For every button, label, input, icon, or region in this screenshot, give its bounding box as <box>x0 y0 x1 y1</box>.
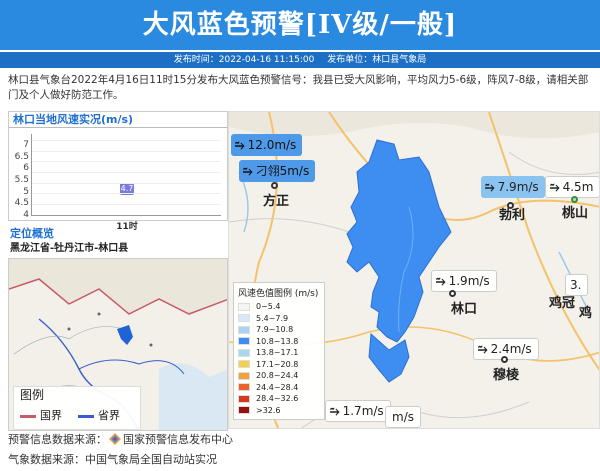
wind-icon: ⥲ <box>550 180 560 194</box>
station-wind-reading[interactable]: ⥲ 1.7m/s <box>325 400 391 422</box>
chart-gridline <box>32 204 221 205</box>
publish-info-bar: 发布时间：2022-04-16 11:15:00 发布单位：林口县气象局 <box>0 52 600 68</box>
location-title: 定位概览 <box>10 227 54 240</box>
color-legend-row: 28.4~32.6 <box>238 393 320 405</box>
color-legend-row: 0~5.4 <box>238 301 320 313</box>
warning-source-label: 预警信息数据来源： <box>8 433 107 446</box>
warning-source-org[interactable]: 国家预警信息发布中心 <box>123 433 233 446</box>
station-wind-reading[interactable]: ⥲ 7.9m/s <box>481 176 545 198</box>
place-marker <box>271 182 278 189</box>
place-label-boli: 勃利 <box>499 208 526 223</box>
wind-speed-color-legend: 风速色值图例 (m/s) 0~5.4 5.4~7.9 7.9~10.8 10.8… <box>233 282 325 420</box>
color-legend-row: 7.9~10.8 <box>238 324 320 336</box>
national-border-line-icon <box>20 414 36 418</box>
legend-national-border: 国界 <box>20 409 62 423</box>
wind-icon: ⥲ <box>478 342 488 356</box>
place-label-ji: 鸡 <box>579 306 593 321</box>
wind-chart-plot: 4.7 11时 <box>31 134 221 232</box>
station-wind-reading[interactable]: ⥲ 刁翎5m/s <box>239 160 316 182</box>
chart-gridline <box>32 140 221 141</box>
wind-icon: ⥲ <box>485 180 495 194</box>
wind-speed-panel: 林口当地风速实况(m/s) 7 6.5 6 5.5 5 4.5 4 4.7 11… <box>8 111 228 232</box>
station-wind-reading[interactable]: ⥲ 4.5m <box>545 176 599 198</box>
chart-gridline <box>32 172 221 173</box>
y-tick: 7 <box>23 140 29 150</box>
color-legend-row: 20.8~24.4 <box>238 370 320 382</box>
wind-icon: ⥲ <box>243 164 253 178</box>
color-legend-row: 13.8~17.1 <box>238 347 320 359</box>
chart-gridline <box>32 150 221 152</box>
y-tick: 4 <box>23 210 29 220</box>
color-legend-title: 风速色值图例 (m/s) <box>238 289 319 299</box>
chart-gridline <box>32 161 221 163</box>
place-label-linkou: 林口 <box>451 302 478 317</box>
y-tick: 5.5 <box>14 175 29 185</box>
wind-icon: ⥲ <box>235 138 245 152</box>
wind-speed-map[interactable]: ⥲ 12.0m/s ⥲ 刁翎5m/s ⥲ 7.9m/s ⥲ 4.5m ⥲ 1.9m/s ⥲… <box>228 111 600 429</box>
place-label-muling: 穆棱 <box>493 368 520 383</box>
legend-province-border: 省界 <box>78 409 120 423</box>
place-label-fangzheng: 方正 <box>263 194 290 209</box>
color-legend-row: 10.8~13.8 <box>238 336 320 348</box>
chart-gridline <box>32 182 221 184</box>
color-legend-row: 24.4~28.4 <box>238 382 320 394</box>
location-path: 黑龙江省-牡丹江市-林口县 <box>10 243 129 254</box>
wind-icon: ⥲ <box>436 274 446 288</box>
color-legend-row: 17.1~20.8 <box>238 359 320 371</box>
place-marker <box>501 356 508 363</box>
warning-source-line: 预警信息数据来源： 国家预警信息发布中心 <box>8 432 233 448</box>
overview-map[interactable]: 图例 国界 省界 <box>8 258 228 431</box>
legend-title: 图例 <box>20 388 45 402</box>
overview-legend: 图例 国界 省界 <box>13 386 141 430</box>
warning-center-logo-icon <box>109 433 121 445</box>
warning-description: 林口县气象台2022年4月16日11时15分发布大风蓝色预警信号：我县已受大风影… <box>8 74 589 101</box>
wind-icon: ⥲ <box>330 404 340 418</box>
wind-chart-title: 林口当地风速实况(m/s) <box>9 112 227 128</box>
color-legend-row: >32.6 <box>238 405 320 417</box>
location-overview-panel: 定位概览 黑龙江省-牡丹江市-林口县 图例 国界 省界 <box>8 226 228 431</box>
warning-title: 大风蓝色预警[IV级/一般] <box>0 0 600 50</box>
station-wind-reading[interactable]: m/s <box>385 406 421 428</box>
place-label-jiguan: 鸡冠 <box>549 296 576 311</box>
weather-source-line: 气象数据来源：中国气象局全国自动站实况 <box>8 453 217 466</box>
y-tick: 6.5 <box>14 151 29 162</box>
y-tick: 5 <box>23 186 29 197</box>
publisher: 发布单位：林口县气象局 <box>327 55 427 65</box>
place-marker <box>449 290 456 297</box>
chart-gridline <box>32 193 221 195</box>
color-legend-row: 5.4~7.9 <box>238 313 320 325</box>
place-label-taoshan: 桃山 <box>562 206 589 221</box>
province-border-line-icon <box>78 414 94 418</box>
y-tick: 4.5 <box>14 198 29 209</box>
station-wind-reading[interactable]: ⥲ 1.9m/s <box>431 270 497 292</box>
y-tick: 6 <box>23 163 29 174</box>
publish-time: 发布时间：2022-04-16 11:15:00 <box>173 55 315 65</box>
station-wind-reading[interactable]: ⥲ 12.0m/s <box>231 134 303 156</box>
